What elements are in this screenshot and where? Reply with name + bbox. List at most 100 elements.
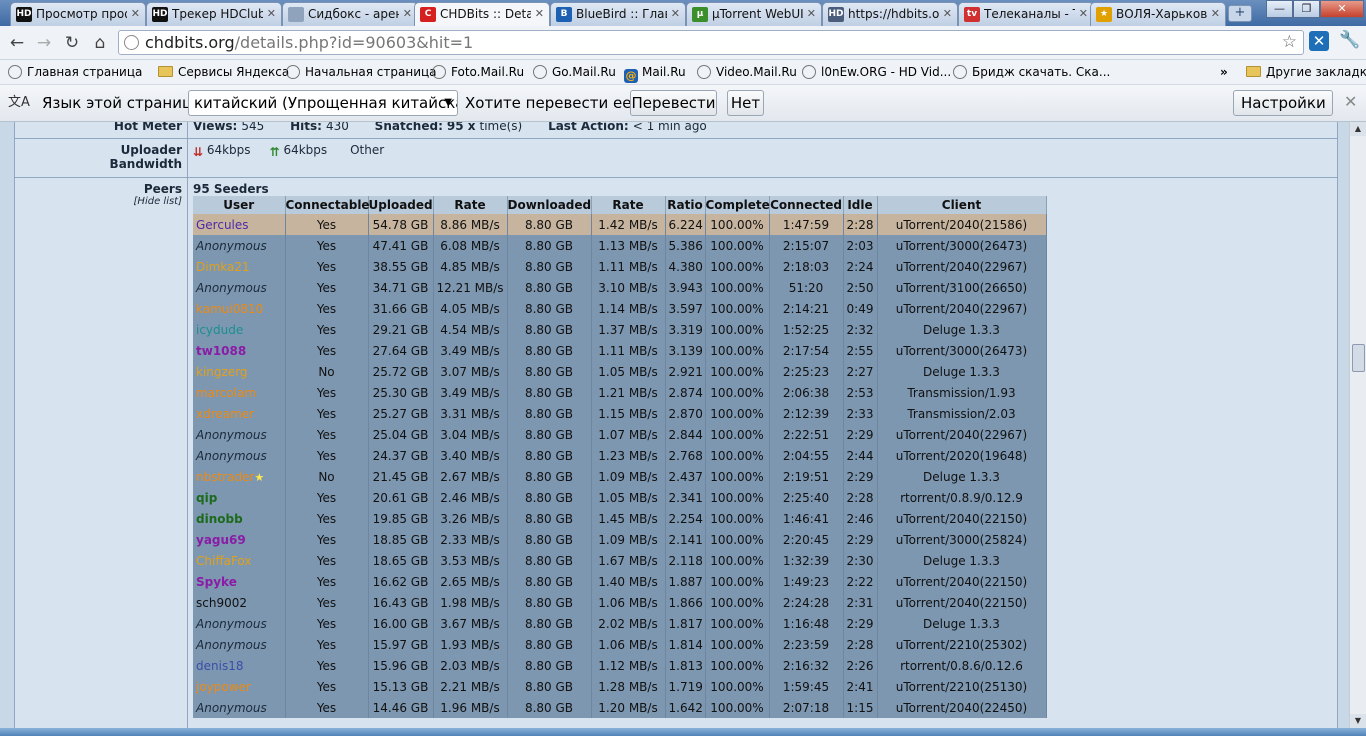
peer-idle-cell: 2:32	[843, 319, 878, 340]
bookmark-item[interactable]: Бридж скачать. Ска...	[953, 63, 1110, 81]
browser-tab[interactable]: µ µTorrent WebUI ✕	[686, 2, 822, 26]
reload-icon[interactable]: ↻	[61, 32, 83, 54]
tab-close-icon[interactable]: ✕	[943, 3, 952, 25]
tab-close-icon[interactable]: ✕	[403, 3, 412, 25]
peer-username[interactable]: denis18	[196, 659, 243, 673]
bookmark-item[interactable]: @ Mail.Ru	[624, 63, 686, 83]
peer-username[interactable]: icydude	[196, 323, 243, 337]
peer-ratio-cell: 2.844	[665, 424, 706, 445]
peer-up-cell: 54.78 GB	[368, 214, 434, 235]
peer-urate-cell: 8.86 MB/s	[433, 214, 508, 235]
peer-up-cell: 18.65 GB	[368, 550, 434, 571]
browser-tab[interactable]: B BlueBird :: Главн ✕	[550, 2, 686, 26]
close-infobar-icon[interactable]: ✕	[1344, 92, 1357, 111]
browser-tab[interactable]: C CHDBits :: Detail ✕	[414, 2, 550, 26]
peer-username[interactable]: yagu69	[196, 533, 246, 547]
column-header[interactable]: Uploaded	[368, 196, 434, 214]
browser-tab[interactable]: Сидбокс - арен ✕	[282, 2, 418, 26]
column-header[interactable]: Connected	[769, 196, 844, 214]
bookmark-star-icon[interactable]: ☆	[1282, 32, 1297, 52]
snatched-value[interactable]: 95 x	[447, 122, 476, 133]
peer-comp-cell: 100.00%	[705, 319, 770, 340]
column-header[interactable]: Idle	[843, 196, 878, 214]
page-info-icon[interactable]	[124, 35, 139, 50]
peer-username[interactable]: sch9002	[196, 596, 247, 610]
tab-close-icon[interactable]: ✕	[807, 3, 816, 25]
scroll-up-arrow-icon[interactable]: ▲	[1350, 122, 1366, 136]
bookmarks-overflow-button[interactable]: »	[1220, 63, 1228, 81]
column-header[interactable]: Downloaded	[507, 196, 592, 214]
peer-conn-cell: Yes	[285, 676, 369, 697]
bookmark-item[interactable]: Foto.Mail.Ru	[432, 63, 524, 81]
peer-username[interactable]: ChiffaFox	[196, 554, 252, 568]
peer-drate-cell: 1.21 MB/s	[591, 382, 666, 403]
back-arrow-icon[interactable]: ←	[6, 32, 28, 54]
maximize-window-button[interactable]: ❐	[1293, 0, 1320, 18]
wrench-menu-icon[interactable]: 🔧	[1339, 30, 1360, 50]
hide-list-link[interactable]: [Hide list]	[15, 196, 182, 207]
peer-username[interactable]: tw1088	[196, 344, 246, 358]
bookmark-item[interactable]: Сервисы Яндекса	[158, 63, 289, 81]
peer-idle-cell: 2:31	[843, 592, 878, 613]
scroll-thumb[interactable]	[1352, 344, 1365, 372]
minimize-window-button[interactable]: —	[1266, 0, 1293, 18]
peer-username[interactable]: marcolam	[196, 386, 256, 400]
column-header[interactable]: Rate	[591, 196, 666, 214]
peer-username[interactable]: joypower	[196, 680, 251, 694]
scroll-down-arrow-icon[interactable]: ▼	[1350, 714, 1366, 728]
tab-close-icon[interactable]: ✕	[1211, 3, 1220, 25]
snatched-label: Snatched:	[374, 122, 443, 133]
peer-client-cell: uTorrent/3000(26473)	[877, 235, 1047, 256]
bookmark-item[interactable]: Главная страница	[8, 63, 142, 81]
peer-username[interactable]: xdreamer	[196, 407, 254, 421]
vertical-scrollbar[interactable]: ▲ ▼	[1349, 122, 1366, 728]
browser-tab[interactable]: HD Просмотр проф ✕	[10, 2, 146, 26]
other-bookmarks-folder[interactable]: Другие закладки	[1246, 63, 1366, 81]
new-tab-button[interactable]: +	[1228, 5, 1252, 22]
column-header[interactable]: Connectable	[285, 196, 370, 214]
tab-close-icon[interactable]: ✕	[535, 3, 544, 25]
browser-tab[interactable]: HD Трекер HDClub ✕	[146, 2, 282, 26]
no-translate-button[interactable]: Нет	[727, 90, 764, 116]
tab-close-icon[interactable]: ✕	[671, 3, 680, 25]
tab-favicon-icon: HD	[152, 7, 168, 22]
column-header[interactable]: Rate	[433, 196, 508, 214]
column-header[interactable]: Client	[877, 196, 1047, 214]
close-window-button[interactable]: ✕	[1320, 0, 1364, 18]
peer-username[interactable]: nbstrader	[196, 470, 254, 484]
tab-close-icon[interactable]: ✕	[131, 3, 140, 25]
peer-urate-cell: 6.08 MB/s	[433, 235, 508, 256]
peer-username[interactable]: Dimka21	[196, 260, 250, 274]
peer-username[interactable]: Spyke	[196, 575, 237, 589]
browser-tab[interactable]: ★ ВОЛЯ-Харьков - ✕	[1090, 2, 1226, 26]
peer-username[interactable]: dinobb	[196, 512, 243, 526]
tab-close-icon[interactable]: ✕	[1079, 3, 1088, 25]
column-header[interactable]: Complete	[705, 196, 770, 214]
bookmark-item[interactable]: l0nEw.ORG - HD Vid...	[802, 63, 951, 81]
bookmark-item[interactable]: Video.Mail.Ru	[697, 63, 797, 81]
peer-username[interactable]: qip	[196, 491, 217, 505]
peer-comp-cell: 100.00%	[705, 277, 770, 298]
peer-down-cell: 8.80 GB	[507, 382, 592, 403]
column-header[interactable]: Ratio	[665, 196, 706, 214]
peer-username[interactable]: kamui0810	[196, 302, 263, 316]
peer-username[interactable]: kingzerg	[196, 365, 248, 379]
home-icon[interactable]: ⌂	[89, 32, 111, 54]
extension-icon[interactable]: ✕	[1309, 31, 1329, 51]
page-language-select[interactable]: китайский (Упрощенная китайская) ▼	[188, 90, 458, 116]
peer-ratio-cell: 1.866	[665, 592, 706, 613]
translate-button[interactable]: Перевести	[630, 90, 717, 116]
column-header[interactable]: User	[193, 196, 286, 214]
translate-settings-button[interactable]: Настройки ▼	[1233, 90, 1333, 135]
bookmark-item[interactable]: Начальная страница	[286, 63, 437, 81]
peer-ratio-cell: 1.642	[665, 697, 706, 718]
address-bar[interactable]: chdbits.org/details.php?id=90603&hit=1 ☆	[118, 30, 1304, 55]
tab-close-icon[interactable]: ✕	[267, 3, 276, 25]
bookmark-item[interactable]: Go.Mail.Ru	[533, 63, 616, 81]
peer-user-cell: Anonymous	[193, 277, 286, 298]
browser-tab[interactable]: tv Телеканалы - Т ✕	[958, 2, 1094, 26]
peer-username[interactable]: Gercules	[196, 218, 249, 232]
hot-meter-label: Hot Meter	[113, 122, 182, 133]
browser-tab[interactable]: HD https://hdbits.or ✕	[822, 2, 958, 26]
forward-arrow-icon[interactable]: →	[33, 32, 55, 54]
